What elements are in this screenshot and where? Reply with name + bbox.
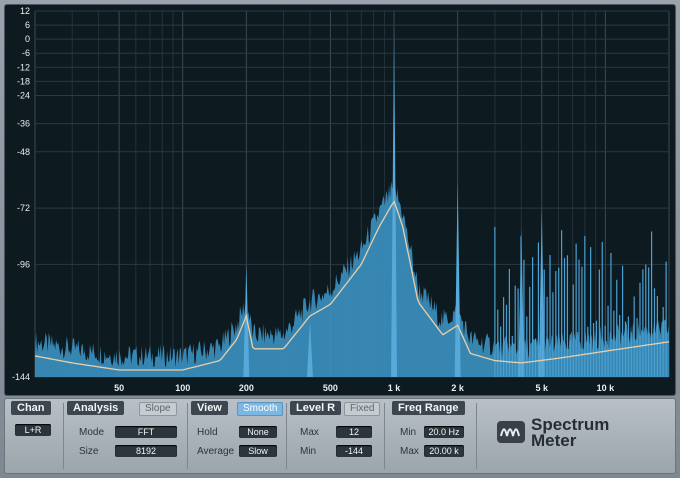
hold-label: Hold (197, 427, 218, 438)
y-tick-label: -96 (17, 259, 30, 269)
y-tick-label: -36 (17, 119, 30, 129)
y-tick-label: -6 (22, 48, 30, 58)
freq-max-field[interactable]: 20.00 k (424, 445, 464, 457)
freq-range-header: Freq Range (392, 401, 465, 415)
freq-min-label: Min (400, 427, 417, 438)
logo-text: Spectrum Meter (531, 416, 609, 450)
y-tick-label: -144 (12, 372, 30, 382)
spectrum-meter-plugin: 12 6 0 -6 -12 -18 -24 -36 -48 -72 -96 -144 50 100 200 5… (0, 0, 680, 478)
hold-selector[interactable]: None (239, 426, 277, 438)
x-tick-label: 50 (114, 383, 124, 393)
control-panel: Chan L+R Analysis Slope Mode FFT Size 81… (4, 398, 676, 474)
x-tick-label: 1 k (388, 383, 402, 393)
y-tick-label: 0 (25, 34, 30, 44)
average-selector[interactable]: Slow (239, 445, 277, 457)
divider (63, 403, 64, 469)
x-tick-label: 500 (323, 383, 338, 393)
freq-min-field[interactable]: 20.0 Hz (424, 426, 464, 438)
spectrum-meter-logo: Spectrum Meter (481, 409, 671, 465)
level-max-field[interactable]: 12 (336, 426, 372, 438)
level-min-label: Min (300, 446, 317, 457)
analysis-section: Analysis Slope Mode FFT Size 8192 (65, 399, 187, 473)
level-r-section: Level R Fixed Max 12 Min -144 (288, 399, 382, 473)
x-tick-label: 5 k (536, 383, 550, 393)
y-tick-label: -48 (17, 147, 30, 157)
view-header: View (191, 401, 228, 415)
chan-selector[interactable]: L+R (15, 424, 51, 436)
mode-label: Mode (79, 427, 105, 438)
analysis-header: Analysis (67, 401, 125, 415)
level-r-header: Level R (290, 401, 342, 415)
view-section: View Smooth Hold None Average Slow (189, 399, 285, 473)
spectrum-display: 12 6 0 -6 -12 -18 -24 -36 -48 -72 -96 -144 50 100 200 5… (4, 4, 676, 396)
average-label: Average (197, 446, 235, 457)
x-tick-label: 2 k (451, 383, 465, 393)
fixed-toggle[interactable]: Fixed (344, 402, 381, 416)
size-selector[interactable]: 8192 (115, 445, 177, 457)
mode-selector[interactable]: FFT (115, 426, 177, 438)
smooth-toggle[interactable]: Smooth (237, 402, 284, 416)
y-tick-label: -24 (17, 90, 30, 100)
logo-line-2: Meter (531, 431, 577, 450)
y-tick-label: 12 (20, 6, 30, 16)
level-min-field[interactable]: -144 (336, 445, 372, 457)
y-tick-label: -12 (17, 62, 30, 72)
y-tick-label: -18 (17, 76, 30, 86)
chan-section: Chan L+R (5, 399, 61, 473)
level-max-label: Max (300, 427, 319, 438)
x-tick-label: 100 (175, 383, 190, 393)
size-label: Size (79, 446, 99, 457)
x-tick-label: 200 (239, 383, 254, 393)
presonus-logo-icon (497, 421, 525, 443)
y-tick-label: -72 (17, 203, 30, 213)
x-tick-label: 10 k (597, 383, 616, 393)
divider (476, 403, 477, 469)
divider (286, 403, 287, 469)
divider (187, 403, 188, 469)
chan-header: Chan (11, 401, 51, 415)
slope-toggle[interactable]: Slope (139, 402, 177, 416)
spectrum-plot: 12 6 0 -6 -12 -18 -24 -36 -48 -72 -96 -144 50 100 200 5… (12, 6, 670, 393)
divider (384, 403, 385, 469)
freq-max-label: Max (400, 446, 419, 457)
freq-range-section: Freq Range Min 20.0 Hz Max 20.00 k (386, 399, 474, 473)
y-tick-label: 6 (25, 20, 30, 30)
